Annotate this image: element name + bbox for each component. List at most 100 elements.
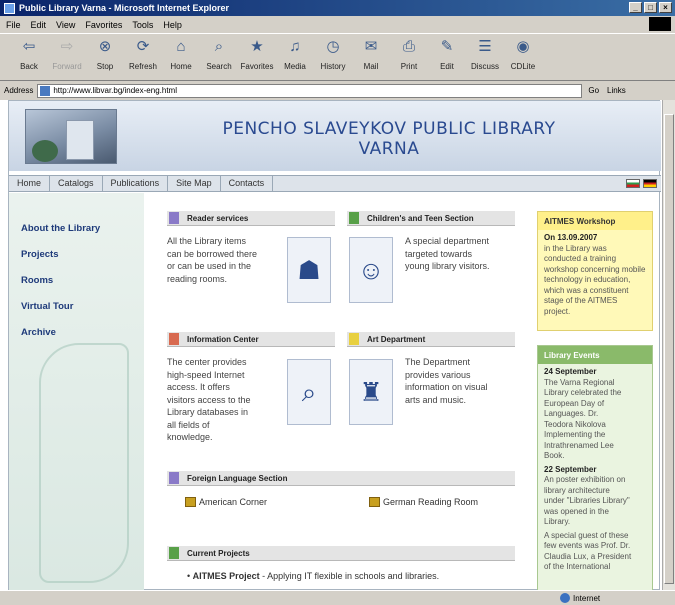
back-button[interactable]: ⇦ Back (10, 38, 48, 71)
sidebar-decoration (39, 343, 129, 583)
section-header-art[interactable]: Art Department (347, 332, 515, 347)
mail-icon: ✉ (364, 38, 378, 55)
menu-help[interactable]: Help (163, 20, 182, 30)
address-url: http://www.libvar.bg/index-eng.html (53, 86, 177, 95)
nav-contacts[interactable]: Contacts (221, 176, 274, 191)
site-banner: PENCHO SLAVEYKOV PUBLIC LIBRARY VARNA (9, 101, 661, 171)
nav-site-map[interactable]: Site Map (168, 176, 221, 191)
windows-logo-icon (649, 17, 671, 31)
section-header-reader[interactable]: Reader services (167, 211, 335, 226)
library-building-photo (25, 109, 117, 164)
sidebar-link-projects[interactable]: Projects (21, 249, 59, 260)
sidebar-link-about[interactable]: About the Library (21, 223, 100, 234)
reader-icon[interactable]: ☗ (287, 237, 331, 303)
site-title-line2: VARNA (358, 139, 420, 159)
library-site: PENCHO SLAVEYKOV PUBLIC LIBRARY VARNA Ho… (8, 100, 661, 590)
toolbar-label: Favorites (240, 62, 274, 71)
toolbar-label: Mail (363, 62, 379, 71)
search-button[interactable]: ⌕ Search (200, 38, 238, 71)
address-label: Address (4, 86, 34, 95)
print-icon: ⎙ (402, 38, 415, 55)
menu-edit[interactable]: Edit (31, 20, 47, 30)
library-events-body: 24 September The Varna Regional Library c… (544, 367, 632, 571)
zone-label: Internet (573, 593, 601, 603)
address-input[interactable]: http://www.libvar.bg/index-eng.html (37, 83, 583, 98)
discuss-icon: ☰ (478, 38, 492, 55)
go-button[interactable]: Go (588, 86, 599, 95)
stop-button[interactable]: ⊗ Stop (86, 38, 124, 71)
search-icon: ⌕ (214, 38, 224, 55)
menu-favorites[interactable]: Favorites (85, 20, 122, 30)
window-title-bar: Public Library Varna - Microsoft Interne… (0, 0, 675, 16)
current-marker (169, 547, 179, 559)
art-icon[interactable]: ♜ (349, 359, 393, 425)
toolbar-label: Edit (440, 62, 454, 71)
children-text: A special department targeted towards youn… (405, 236, 490, 271)
minimize-button[interactable]: _ (629, 2, 642, 13)
information-icon[interactable]: ⌕ (287, 359, 331, 425)
american-corner-link[interactable]: American Corner (185, 497, 267, 507)
menu-bar: File Edit View Favorites Tools Help (0, 17, 675, 32)
status-bar: Internet (0, 590, 675, 605)
back-arrow-icon: ⇦ (22, 38, 36, 55)
toolbar-label: CDLite (510, 62, 536, 71)
library-events-title[interactable]: Library Events (538, 346, 652, 364)
german-reading-room-link[interactable]: German Reading Room (369, 497, 478, 507)
aitmes-workshop-title[interactable]: AITMES Workshop (538, 212, 652, 230)
forward-arrow-icon: ⇨ (60, 38, 74, 55)
site-title-line1: PENCHO SLAVEYKOV PUBLIC LIBRARY (222, 119, 556, 139)
cdlite-button[interactable]: ◉ CDLite (504, 38, 542, 71)
section-header-information[interactable]: Information Center (167, 332, 335, 347)
information-marker (169, 333, 179, 345)
menu-tools[interactable]: Tools (132, 20, 153, 30)
german-flag-icon[interactable] (643, 179, 657, 188)
nav-catalogs[interactable]: Catalogs (50, 176, 103, 191)
edit-button[interactable]: ✎ Edit (428, 38, 466, 71)
aitmes-workshop-box: AITMES Workshop On 13.09.2007 in the Lib… (537, 211, 653, 331)
toolbar-label: Forward (52, 62, 82, 71)
section-header-children[interactable]: Children's and Teen Section (347, 211, 515, 226)
bulgarian-flag-icon[interactable] (626, 179, 640, 188)
toolbar-label: Refresh (128, 62, 157, 71)
children-marker (349, 212, 359, 224)
cdlite-icon: ◉ (516, 38, 530, 55)
window-controls: _ □ × (629, 2, 672, 13)
nav-home[interactable]: Home (9, 176, 51, 191)
children-icon[interactable]: ☺ (349, 237, 393, 303)
mail-button[interactable]: ✉ Mail (352, 38, 390, 71)
favorites-button[interactable]: ★ Favorites (238, 38, 276, 71)
reader-text: All the Library items can be borrowed the… (167, 236, 258, 284)
media-button[interactable]: ♫ Media (276, 38, 314, 71)
close-button[interactable]: × (659, 2, 672, 13)
scrollbar-thumb[interactable] (664, 114, 674, 584)
refresh-button[interactable]: ⟳ Refresh (124, 38, 162, 71)
vertical-scrollbar[interactable] (662, 100, 675, 590)
maximize-button[interactable]: □ (644, 2, 657, 13)
page-viewport: PENCHO SLAVEYKOV PUBLIC LIBRARY VARNA Ho… (0, 100, 662, 590)
discuss-button[interactable]: ☰ Discuss (466, 38, 504, 71)
page-icon (40, 85, 51, 96)
nav-publications[interactable]: Publications (103, 176, 169, 191)
home-icon: ⌂ (176, 38, 186, 55)
menu-file[interactable]: File (6, 20, 21, 30)
library-events-box: Library Events 24 September The Varna Re… (537, 345, 653, 590)
toolbar-label: History (320, 62, 346, 71)
toolbar-label: Stop (96, 62, 114, 71)
zone-indicator: Internet (560, 593, 600, 603)
print-button[interactable]: ⎙ Print (390, 38, 428, 71)
media-icon: ♫ (289, 38, 301, 55)
sidebar-link-rooms[interactable]: Rooms (21, 275, 53, 286)
home-button[interactable]: ⌂ Home (162, 38, 200, 71)
history-icon: ◷ (326, 38, 340, 55)
section-header-foreign[interactable]: Foreign Language Section (167, 471, 515, 486)
art-text: The Department provides various informatio… (405, 357, 488, 405)
history-button[interactable]: ◷ History (314, 38, 352, 71)
forward-button[interactable]: ⇨ Forward (48, 38, 86, 71)
sidebar-link-virtual-tour[interactable]: Virtual Tour (21, 301, 73, 312)
section-header-current[interactable]: Current Projects (167, 546, 515, 561)
aitmes-project-link[interactable]: AITMES Project (193, 571, 260, 581)
sidebar-link-archive[interactable]: Archive (21, 327, 56, 338)
links-button[interactable]: Links (607, 86, 626, 95)
toolbar-label: Media (284, 62, 306, 71)
menu-view[interactable]: View (56, 20, 75, 30)
